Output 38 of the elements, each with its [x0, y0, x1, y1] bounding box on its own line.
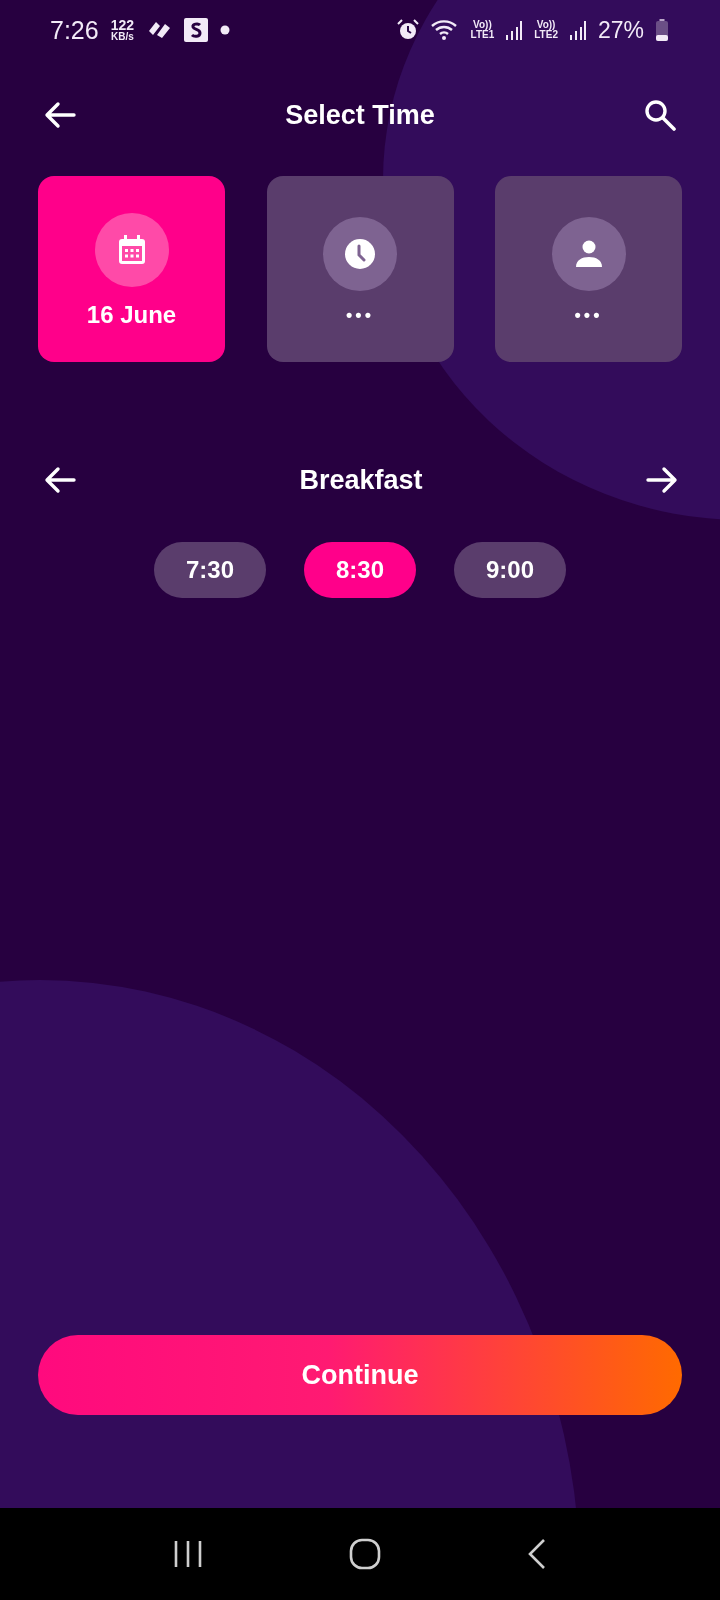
continue-button[interactable]: Continue [38, 1335, 682, 1415]
battery-icon [656, 19, 668, 41]
screen-title: Select Time [285, 99, 435, 131]
volte-label: Vo)) [473, 20, 492, 30]
time-slot-chip[interactable]: 8:30 [304, 542, 416, 598]
step-label: ••• [574, 304, 603, 326]
meal-title: Breakfast [299, 464, 423, 496]
battery-percentage: 27% [597, 16, 644, 44]
home-icon[interactable] [349, 1538, 381, 1570]
status-time: 7:26 [50, 15, 99, 45]
step-label: ••• [346, 304, 374, 326]
app-notification-icon [184, 18, 209, 42]
back-arrow-icon [44, 101, 76, 129]
lte-label: LTE2 [534, 30, 558, 40]
alarm-icon [396, 19, 419, 41]
search-icon [644, 99, 676, 131]
person-icon [573, 239, 604, 268]
signal-icon [569, 20, 586, 40]
left-arrow-icon [44, 466, 76, 494]
time-slot-chip[interactable]: 7:30 [154, 542, 266, 598]
step-card[interactable]: 16 June [38, 176, 225, 362]
calendar-icon [116, 234, 147, 266]
step-card[interactable]: ••• [495, 176, 682, 362]
back-icon[interactable] [527, 1538, 547, 1570]
right-arrow-icon [646, 466, 678, 494]
network-speed-unit: KB/s [110, 32, 134, 42]
wifi-icon [430, 19, 459, 41]
volte-label: Vo)) [536, 20, 556, 30]
recent-apps-icon[interactable] [173, 1540, 203, 1568]
step-label: 16 June [86, 301, 177, 329]
time-slot-chip[interactable]: 9:00 [454, 542, 566, 598]
notification-dot-icon [220, 25, 231, 35]
network-speed: 122 [110, 18, 135, 32]
signal-icon [506, 20, 523, 40]
step-card[interactable]: ••• [266, 176, 454, 362]
lte-label: LTE1 [470, 30, 495, 40]
clock-icon [344, 237, 376, 270]
app-notification-icon [146, 19, 173, 41]
